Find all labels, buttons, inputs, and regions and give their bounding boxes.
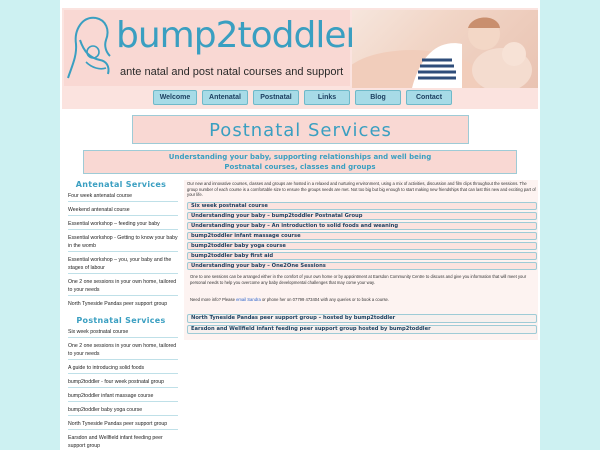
sidebar-divider: [68, 273, 178, 274]
sidebar-divider: [68, 251, 178, 252]
sidebar-antenatal-item[interactable]: Essential workshop - Getting to know you…: [68, 234, 180, 250]
course-item[interactable]: Understanding your baby – bump2toddler P…: [187, 212, 537, 220]
group-item[interactable]: Earsdon and Wellfield infant feeding pee…: [187, 325, 537, 334]
nav-bar: [62, 89, 538, 109]
nav-links[interactable]: Links: [304, 90, 350, 105]
sidebar-postnatal-item[interactable]: A guide to introducing solid foods: [68, 364, 180, 372]
course-item[interactable]: Understanding your baby – One2One Sessio…: [187, 262, 537, 270]
one2one-text: One to one sessions can be arranged eith…: [190, 274, 527, 285]
sidebar-divider: [68, 201, 178, 202]
nav-blog[interactable]: Blog: [355, 90, 401, 105]
sidebar-divider: [68, 337, 178, 338]
info-prefix: Need more info? Please: [190, 297, 237, 302]
course-item[interactable]: Six week postnatal course: [187, 202, 537, 210]
page-title: Postnatal Services: [209, 120, 392, 141]
course-item[interactable]: bump2toddler baby yoga course: [187, 242, 537, 250]
sidebar-divider: [68, 215, 178, 216]
nav-antenatal[interactable]: Antenatal: [202, 90, 248, 105]
sidebar-antenatal-item[interactable]: Weekend antenatal course: [68, 206, 180, 214]
sidebar-postnatal-item[interactable]: Earsdon and Wellfield infant feeding pee…: [68, 434, 180, 450]
mother-baby-logo-icon: [67, 16, 111, 79]
group-item[interactable]: North Tyneside Pandas peer support group…: [187, 314, 537, 323]
sidebar-postnatal-item[interactable]: bump2toddler baby yoga course: [68, 406, 180, 414]
sidebar-divider: [68, 229, 178, 230]
postnatal-heading: Postnatal Services: [76, 316, 166, 325]
sidebar-postnatal-item[interactable]: One 2 one sessions in your own home, tai…: [68, 342, 180, 358]
sidebar-postnatal-item[interactable]: Six week postnatal course: [68, 328, 180, 336]
subtitle-box: Understanding your baby, supporting rela…: [83, 150, 517, 174]
sidebar-divider: [68, 401, 178, 402]
info-suffix: or phone her on 07799 473404 with any qu…: [260, 297, 390, 302]
subtitle-line-2: Postnatal courses, classes and groups: [224, 163, 376, 171]
logo-text[interactable]: bump2toddler: [116, 16, 360, 56]
sidebar-divider: [68, 359, 178, 360]
email-link[interactable]: email Sandra: [236, 297, 261, 302]
sidebar-divider: [68, 429, 178, 430]
sidebar-postnatal-item[interactable]: North Tyneside Pandas peer support group: [68, 420, 180, 428]
sidebar-antenatal-item[interactable]: Essential workshop – you, your baby and …: [68, 256, 180, 272]
sidebar-antenatal-item[interactable]: Four week antenatal course: [68, 192, 180, 200]
nav-postnatal[interactable]: Postnatal: [253, 90, 299, 105]
page-title-box: Postnatal Services: [132, 115, 469, 144]
sidebar-antenatal-item[interactable]: Essential workshop – feeding your baby: [68, 220, 180, 228]
intro-text: Our new and innovative courses, classes …: [187, 181, 536, 197]
sidebar-divider: [68, 295, 178, 296]
sidebar-divider: [68, 387, 178, 388]
course-item[interactable]: bump2toddler infant massage course: [187, 232, 537, 240]
sidebar-antenatal-item[interactable]: One 2 one sessions in your own home, tai…: [68, 278, 180, 294]
info-text: Need more info? Please email Sandra or p…: [190, 297, 535, 303]
header-photo: [352, 10, 538, 88]
tagline: ante natal and post natal courses and su…: [120, 66, 344, 78]
sidebar-antenatal-item[interactable]: North Tyneside Pandas peer support group: [68, 300, 180, 308]
nav-contact[interactable]: Contact: [406, 90, 452, 105]
sidebar-postnatal-item[interactable]: bump2toddler infant massage course: [68, 392, 180, 400]
sidebar-postnatal-item[interactable]: bump2toddler - four week postnatal group: [68, 378, 180, 386]
sidebar-divider: [68, 373, 178, 374]
course-item[interactable]: bump2toddler baby first aid: [187, 252, 537, 260]
sidebar-divider: [68, 415, 178, 416]
antenatal-heading: Antenatal Services: [75, 180, 167, 189]
nav-welcome[interactable]: Welcome: [153, 90, 197, 105]
course-item[interactable]: Understanding your baby – An introductio…: [187, 222, 537, 230]
subtitle-line-1: Understanding your baby, supporting rela…: [168, 153, 432, 161]
